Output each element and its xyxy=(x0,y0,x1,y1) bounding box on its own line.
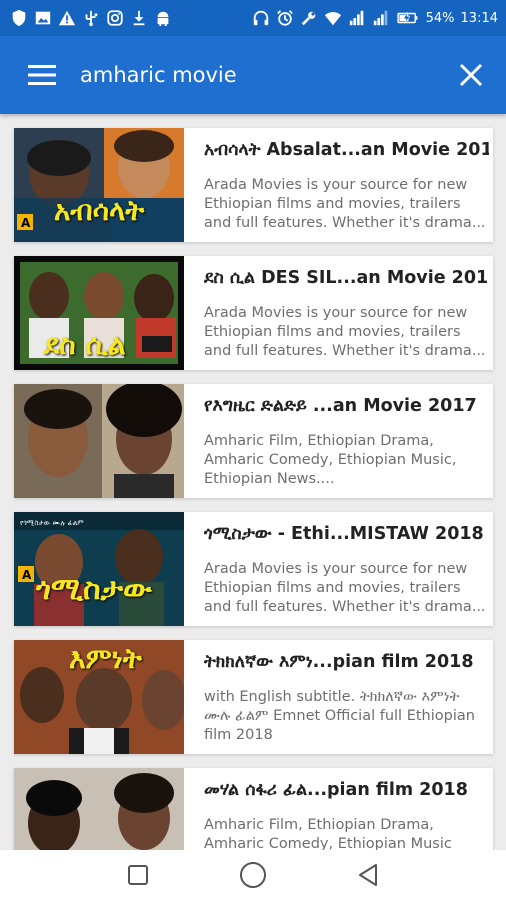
result-title[interactable]: ትክክለኛው እምነ...pian film 2018 xyxy=(204,652,489,672)
status-bar-notifications xyxy=(10,9,172,27)
video-thumbnail[interactable]: ደስ ሲል xyxy=(14,256,184,370)
result-description: Amharic Film, Ethiopian Drama, Amharic C… xyxy=(204,433,457,487)
image-icon xyxy=(34,9,52,27)
alarm-icon xyxy=(276,9,294,27)
result-title[interactable]: አብሳላት Absalat...an Movie 2018 xyxy=(204,140,489,160)
result-title[interactable]: መሃል ሰፋሪ ፊል...pian film 2018 xyxy=(204,780,489,800)
battery-charging-icon xyxy=(396,9,420,27)
result-description: Arada Movies is your source for new Ethi… xyxy=(204,561,486,615)
result-card[interactable]: A A አብሳላት አብሳላት Absalat...an Movie 2018 … xyxy=(14,128,493,242)
thumbnail-title-overlay: ጎሚስታው xyxy=(36,572,152,607)
result-card[interactable]: ደስ ሲል ደስ ሲል DES SIL...an Movie 2018 Arad… xyxy=(14,256,493,370)
result-card[interactable]: እምነት ትክክለኛው እምነ...pian film 2018 with En… xyxy=(14,640,493,754)
status-bar: 54% 13:14 xyxy=(0,0,506,36)
app-bar: amharic movie xyxy=(0,36,506,114)
thumbnail-title-overlay: አብሳላት xyxy=(54,194,145,227)
result-description: Arada Movies is your source for new Ethi… xyxy=(204,305,486,359)
video-thumbnail[interactable] xyxy=(14,384,184,498)
result-card[interactable]: መሃል ሰፋሪ ፊል...pian film 2018 Amharic Film… xyxy=(14,768,493,850)
clock: 13:14 xyxy=(460,10,498,26)
result-title[interactable]: ጎሚስታው - Ethi...MISTAW 2018 xyxy=(204,524,489,544)
wrench-icon xyxy=(300,9,318,27)
svg-text:A: A xyxy=(22,568,32,582)
hamburger-menu-icon xyxy=(28,65,56,85)
home-button[interactable] xyxy=(233,855,273,895)
app-root: 54% 13:14 amharic movie A አብሳላት አብሳላት Ab… xyxy=(0,0,506,900)
recents-button[interactable] xyxy=(118,855,158,895)
thumbnail-title-overlay: ደስ ሲል xyxy=(44,328,126,361)
battery-percent: 54% xyxy=(425,10,455,26)
instagram-icon xyxy=(106,9,124,27)
headphones-icon xyxy=(252,9,270,27)
result-description: Amharic Film, Ethiopian Drama, Amharic C… xyxy=(204,817,452,850)
svg-text:የጎሚስታው ሙሉ ፊልም: የጎሚስታው ሙሉ ፊልም xyxy=(20,519,84,527)
close-search-button[interactable] xyxy=(458,62,484,88)
status-bar-system: 54% 13:14 xyxy=(252,9,498,27)
home-circle-icon xyxy=(239,862,266,888)
shield-icon xyxy=(10,9,28,27)
result-card[interactable]: A የጎሚስታው ሙሉ ፊልም ጎሚስታው ጎሚስታው - Ethi...MIS… xyxy=(14,512,493,626)
result-title[interactable]: ደስ ሲል DES SIL...an Movie 2018 xyxy=(204,268,489,288)
thumbnail-title-overlay: እምነት xyxy=(69,642,142,675)
video-thumbnail[interactable]: A A አብሳላት xyxy=(14,128,184,242)
close-icon xyxy=(459,63,483,87)
video-thumbnail[interactable]: እምነት xyxy=(14,640,184,754)
warning-icon xyxy=(58,9,76,27)
signal-icon xyxy=(372,9,390,27)
results-list[interactable]: A A አብሳላት አብሳላት Absalat...an Movie 2018 … xyxy=(0,114,506,850)
system-nav-bar xyxy=(0,850,506,900)
search-query[interactable]: amharic movie xyxy=(80,63,237,87)
video-thumbnail[interactable] xyxy=(14,768,184,850)
back-triangle-icon xyxy=(359,864,378,886)
result-card[interactable]: የእግዜር ድልድይ ...an Movie 2017 Amharic Film… xyxy=(14,384,493,498)
video-thumbnail[interactable]: A የጎሚስታው ሙሉ ፊልም ጎሚስታው xyxy=(14,512,184,626)
menu-button[interactable] xyxy=(12,36,72,114)
result-title[interactable]: የእግዜር ድልድይ ...an Movie 2017 xyxy=(204,396,489,416)
back-button[interactable] xyxy=(348,855,388,895)
result-description: Arada Movies is your source for new Ethi… xyxy=(204,177,486,231)
svg-text:A: A xyxy=(21,216,31,230)
download-icon xyxy=(130,9,148,27)
signal-icon xyxy=(348,9,366,27)
result-description: with English subtitle. ትክክለኛው እምነት ሙሉ ፊል… xyxy=(204,689,475,743)
usb-icon xyxy=(82,9,100,27)
wifi-icon xyxy=(324,9,342,27)
recents-square-icon xyxy=(127,865,148,885)
android-icon xyxy=(154,9,172,27)
